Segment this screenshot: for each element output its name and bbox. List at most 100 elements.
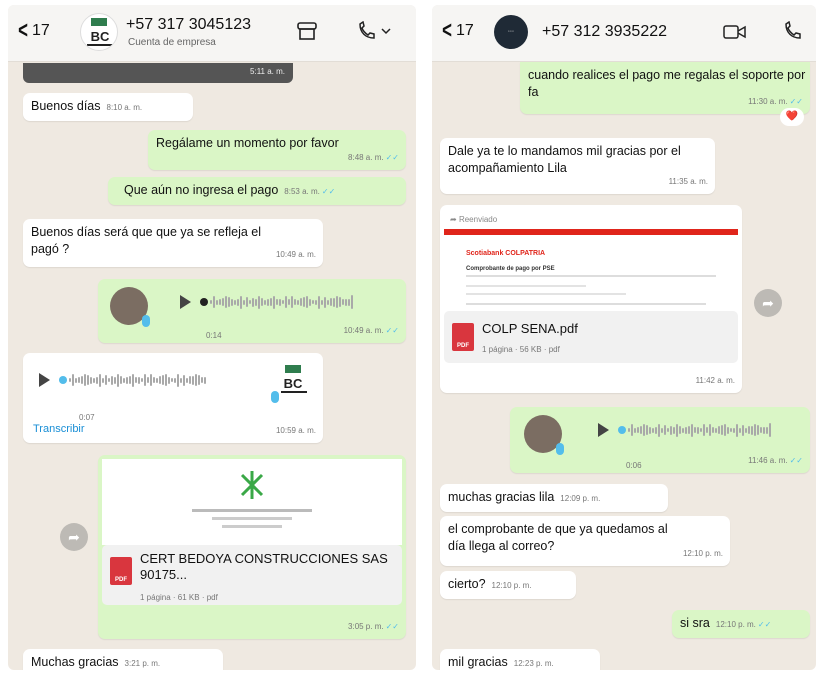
message-incoming[interactable]: el comprobante de que ya quedamos al día… [440,516,730,566]
message-incoming[interactable]: cierto? 12:10 p. m. [440,571,576,599]
forwarded-label: ➦ Reenviado [450,215,498,224]
waveform-bar [162,375,164,385]
message-incoming[interactable]: Buenos días 8:10 a. m. [23,93,193,121]
waveform-bar [676,423,678,437]
waveform-bar [312,300,314,304]
waveform[interactable] [69,372,206,388]
message-incoming[interactable]: Muchas gracias 3:21 p. m. [23,649,223,670]
waveform-bar [694,427,696,433]
play-icon[interactable] [39,373,50,387]
waveform-bar [646,425,648,435]
waveform-bar [96,376,98,384]
waveform-bar [273,295,275,309]
play-icon[interactable] [598,423,609,437]
chevron-left-icon: < [442,17,452,44]
back-button[interactable]: <17 [16,19,50,43]
document-message-outgoing[interactable]: PDF CERT BEDOYA CONSTRUCCIONES SAS 90175… [98,455,406,639]
read-ticks-icon: ✓✓ [321,187,336,196]
message-outgoing[interactable]: Que aún no ingresa el pago 8:53 a. m. ✓✓ [108,177,406,205]
waveform[interactable] [628,422,771,438]
message-incoming[interactable]: muchas gracias lila 12:09 p. m. [440,484,668,512]
share-button[interactable]: ➦ [60,523,88,551]
waveform-bar [769,423,771,437]
waveform-bar [177,373,179,387]
waveform-bar [147,377,149,383]
waveform-bar [237,298,239,306]
waveform-bar [168,376,170,384]
waveform-bar [225,296,227,308]
waveform-bar [673,426,675,434]
read-ticks-icon: ✓✓ [385,153,399,162]
waveform-bar [204,376,206,384]
play-icon[interactable] [180,295,191,309]
waveform-bar [102,377,104,383]
call-icon[interactable] [356,20,396,47]
waveform-bar [240,295,242,309]
forward-icon: ➦ [450,215,459,224]
video-call-icon[interactable] [722,23,748,47]
heart-reaction[interactable]: ❤️ [780,108,804,126]
message-outgoing[interactable]: cuando realices el pago me regalas el so… [520,62,810,114]
waveform-bar [297,299,299,305]
voice-message-outgoing[interactable]: 0:06 11:46 a. m. ✓✓ [510,407,810,473]
contact-avatar[interactable]: BC [80,13,118,51]
waveform-bar [751,425,753,435]
share-button[interactable]: ➦ [754,289,782,317]
playback-position[interactable] [59,376,67,384]
voice-message-outgoing[interactable]: 0:14 10:49 a. m. ✓✓ [98,279,406,343]
waveform-bar [138,376,140,384]
message-incoming[interactable]: Buenos días será que que ya se refleja e… [23,219,323,267]
waveform-bar [171,378,173,382]
waveform-bar [180,377,182,383]
playback-position[interactable] [200,298,208,306]
waveform-bar [75,377,77,383]
waveform-bar [742,424,744,436]
waveform-bar [763,426,765,434]
svg-text:BC: BC [284,376,303,391]
document-message-incoming[interactable]: ➦ Reenviado Scotiabank COLPATRIA Comprob… [440,205,742,393]
waveform-bar [120,376,122,384]
waveform-bar [664,425,666,435]
waveform-bar [339,297,341,307]
waveform-bar [724,424,726,436]
waveform-bar [105,375,107,385]
waveform[interactable] [210,294,353,310]
store-icon[interactable] [296,21,318,47]
document-preview[interactable]: Scotiabank COLPATRIA Comprobante de pago… [444,229,738,311]
pdf-icon: PDF [110,557,132,585]
message-outgoing[interactable]: Regálame un momento por favor 8:48 a. m.… [148,130,406,170]
waveform-bar [691,423,693,437]
message-incoming[interactable]: mil gracias 12:23 p. m. [440,649,600,670]
call-icon[interactable] [782,20,804,47]
waveform-bar [631,424,633,436]
file-name: COLP SENA.pdf [482,321,578,336]
file-meta: 1 página · 61 KB · pdf [140,593,218,602]
waveform-bar [231,298,233,306]
waveform-bar [123,377,125,383]
document-preview[interactable] [102,459,402,545]
waveform-bar [267,298,269,306]
message-outgoing[interactable]: si sra 12:10 p. m. ✓✓ [672,610,810,638]
waveform-bar [219,299,221,305]
contact-name[interactable]: +57 317 3045123 [126,16,251,34]
contact-avatar[interactable]: ◦◦◦ [494,15,528,49]
waveform-bar [192,375,194,385]
waveform-bar [132,373,134,387]
playback-position[interactable] [618,426,626,434]
document-card[interactable]: PDF COLP SENA.pdf 1 página · 56 KB · pdf [444,311,738,363]
contact-name[interactable]: +57 312 3935222 [542,23,667,41]
back-button[interactable]: <17 [440,17,474,44]
right-chat-pane: <17 ◦◦◦ +57 312 3935222 cuando realices … [432,5,816,670]
read-ticks-icon: ✓✓ [789,456,803,465]
waveform-bar [282,300,284,304]
waveform-bar [213,296,215,308]
waveform-bar [108,378,110,382]
waveform-bar [156,377,158,383]
transcribe-link[interactable]: Transcribir [33,421,85,438]
document-card[interactable]: PDF CERT BEDOYA CONSTRUCCIONES SAS 90175… [102,545,402,605]
voice-message-incoming[interactable]: BC 0:07 Transcribir 10:59 a. m. [23,353,323,443]
waveform-bar [679,426,681,434]
waveform-bar [234,299,236,305]
message-incoming[interactable]: Dale ya te lo mandamos mil gracias por e… [440,138,715,194]
waveform-bar [135,377,137,383]
